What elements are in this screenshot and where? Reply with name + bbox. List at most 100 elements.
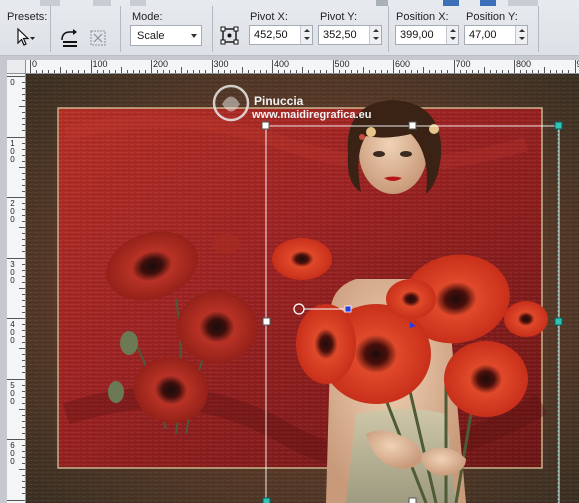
ruler-tick [22, 311, 25, 313]
pivot-y-label: Pivot Y: [320, 11, 358, 23]
ruler-tick [22, 160, 25, 162]
position-x-field[interactable] [395, 25, 459, 45]
ruler-label: 1 0 0 [10, 138, 15, 164]
ruler-tick [501, 70, 503, 73]
ruler-tick [132, 70, 134, 73]
image-canvas[interactable]: Pinuccia www.maidiregrafica.eu [26, 74, 579, 503]
ruler-label: 100 [92, 60, 108, 69]
ruler-tick [7, 76, 25, 77]
ruler-tick [7, 499, 25, 501]
ruler-tick [7, 197, 25, 198]
ruler-tick [22, 293, 25, 295]
ruler-tick [22, 130, 25, 132]
ruler-tick [393, 60, 394, 73]
ruler-tick [22, 299, 25, 301]
ruler-tick [247, 70, 249, 73]
ruler-tick [19, 287, 25, 289]
ruler-tick [22, 330, 25, 332]
ruler-tick [22, 100, 25, 102]
ruler-tick [22, 209, 25, 211]
ruler-tick [223, 70, 225, 73]
ruler-tick [526, 70, 528, 73]
ruler-tick [22, 142, 25, 144]
ruler-tick [235, 70, 237, 73]
pick-tool-icon[interactable] [12, 25, 36, 49]
merge-icon[interactable] [87, 26, 111, 50]
ruler-tick [22, 414, 25, 416]
horizontal-ruler[interactable]: 01002003004005006007008009 [26, 60, 579, 74]
ruler-tick [84, 70, 86, 73]
position-x-spinner[interactable] [446, 26, 458, 44]
menu-strip-icon [93, 0, 111, 6]
position-x-input[interactable] [396, 26, 446, 44]
transform-icon[interactable] [58, 26, 82, 50]
mode-label: Mode: [132, 11, 163, 23]
ruler-corner [7, 60, 26, 74]
ruler-tick [114, 70, 116, 73]
ruler-label: 500 [334, 60, 350, 69]
pivot-point-handle[interactable] [344, 305, 352, 313]
ruler-tick [399, 70, 401, 73]
handle-top-left[interactable] [261, 121, 270, 130]
ruler-tick [157, 70, 159, 73]
ruler-tick [356, 70, 358, 73]
ruler-tick [66, 70, 68, 73]
ruler-tick [320, 70, 322, 73]
position-y-field[interactable] [464, 25, 528, 45]
handle-bottom-middle[interactable] [408, 497, 417, 503]
handle-top-right[interactable] [554, 121, 563, 130]
watermark-url: www.maidiregrafica.eu [251, 109, 371, 121]
ruler-label: 0 [10, 78, 15, 87]
ruler-tick [22, 305, 25, 307]
ruler-tick [48, 70, 50, 73]
mode-select[interactable]: Scale [130, 25, 202, 46]
position-y-input[interactable] [465, 26, 515, 44]
ruler-tick [22, 124, 25, 126]
ruler-tick [556, 70, 558, 73]
ruler-label: 600 [395, 60, 411, 69]
pivot-y-spinner[interactable] [369, 26, 381, 44]
ruler-label: 400 [274, 60, 290, 69]
app-window: Presets: Mode: Scale Pivot X: 452,50 Piv… [0, 0, 579, 503]
ruler-tick [453, 60, 455, 73]
ruler-tick [380, 70, 382, 73]
ruler-tick [22, 445, 25, 447]
ruler-label: 200 [153, 60, 169, 69]
menu-strip-icon [508, 0, 538, 6]
handle-middle-left[interactable] [262, 317, 271, 326]
ruler-tick [514, 60, 515, 73]
toolbar-separator [212, 6, 213, 52]
handle-bottom-left[interactable] [262, 497, 271, 503]
ruler-tick [465, 70, 467, 73]
toolbar-separator [120, 6, 121, 52]
pivot-x-field[interactable] [249, 25, 313, 45]
ruler-tick [193, 70, 195, 73]
ruler-tick [544, 67, 546, 73]
pivot-x-input[interactable] [250, 26, 300, 44]
pivot-x-spinner[interactable] [300, 26, 312, 44]
ruler-tick [22, 475, 25, 477]
vertical-ruler[interactable]: 0 1 0 0 2 0 0 3 0 0 4 0 0 5 0 0 6 0 0 [7, 74, 26, 503]
ruler-tick [78, 70, 80, 73]
ruler-tick [22, 342, 25, 344]
ruler-tick [374, 70, 376, 73]
ruler-tick [151, 60, 152, 73]
handle-middle-right[interactable] [554, 317, 563, 326]
pivot-icon[interactable] [218, 24, 242, 48]
position-y-spinner[interactable] [515, 26, 527, 44]
ruler-tick [187, 70, 189, 73]
ruler-tick [326, 70, 328, 73]
handle-top-middle[interactable] [408, 121, 417, 130]
menu-strip-icon [443, 0, 459, 6]
ruler-tick [471, 70, 473, 73]
ruler-tick [7, 439, 25, 440]
pivot-y-input[interactable] [319, 26, 369, 44]
ruler-tick [22, 336, 25, 338]
pivot-y-field[interactable] [318, 25, 382, 45]
ruler-tick [538, 70, 540, 73]
ruler-tick [22, 372, 25, 374]
ruler-tick [181, 67, 183, 73]
ruler-label: 4 0 0 [10, 320, 15, 345]
ruler-tick [108, 70, 110, 73]
ruler-tick [7, 257, 25, 259]
